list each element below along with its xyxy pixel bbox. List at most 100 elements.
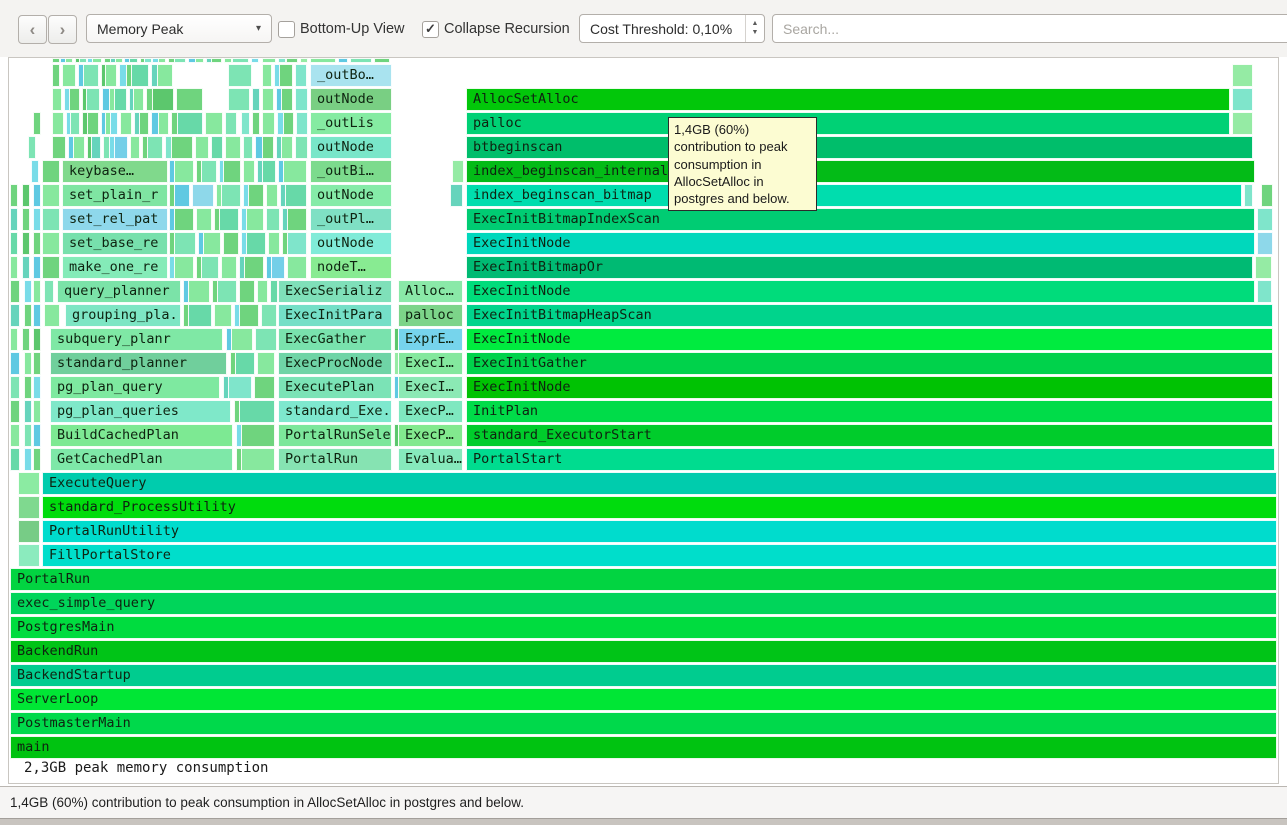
- flame-bar[interactable]: [338, 58, 348, 63]
- flame-bar[interactable]: [18, 544, 40, 567]
- flame-bar[interactable]: [241, 448, 275, 471]
- flame-bar[interactable]: ExecInitNode: [466, 328, 1273, 351]
- flame-bar[interactable]: keybase…: [62, 160, 168, 183]
- flame-bar[interactable]: [24, 304, 32, 327]
- flame-bar[interactable]: [248, 184, 264, 207]
- flame-bar[interactable]: [243, 160, 255, 183]
- flame-bar[interactable]: [33, 184, 41, 207]
- flame-bar[interactable]: ExecGather: [278, 328, 392, 351]
- flame-bar[interactable]: [114, 136, 128, 159]
- flame-bar[interactable]: [201, 256, 219, 279]
- flame-bar[interactable]: [174, 208, 194, 231]
- flame-bar[interactable]: [257, 352, 275, 375]
- flame-bar[interactable]: [22, 208, 30, 231]
- flame-bar[interactable]: [310, 58, 336, 63]
- flame-bar[interactable]: outNode: [310, 88, 392, 111]
- flame-bar[interactable]: set_base_re: [62, 232, 168, 255]
- flame-bar[interactable]: [374, 58, 390, 63]
- flame-bar[interactable]: outNode: [310, 136, 392, 159]
- flame-bar[interactable]: _outLis: [310, 112, 392, 135]
- flame-bar[interactable]: [10, 328, 18, 351]
- flame-bar[interactable]: BackendRun: [10, 640, 1277, 663]
- flame-bar[interactable]: [33, 448, 41, 471]
- flame-bar[interactable]: [33, 232, 41, 255]
- flame-bar[interactable]: [18, 472, 40, 495]
- flame-bar[interactable]: [22, 328, 30, 351]
- flame-bar[interactable]: [33, 376, 41, 399]
- flame-bar[interactable]: [33, 112, 41, 135]
- flame-bar[interactable]: outNode: [310, 184, 392, 207]
- flame-bar[interactable]: [79, 58, 87, 63]
- flame-bar[interactable]: set_rel_pat: [62, 208, 168, 231]
- flame-bar[interactable]: main: [10, 736, 1277, 759]
- flame-bar[interactable]: [243, 136, 253, 159]
- flame-bar[interactable]: pg_plan_query: [50, 376, 220, 399]
- flame-bar[interactable]: standard_ProcessUtility: [42, 496, 1277, 519]
- flame-bar[interactable]: [221, 256, 237, 279]
- flame-bar[interactable]: [44, 304, 60, 327]
- flame-bar[interactable]: [254, 376, 275, 399]
- flame-bar[interactable]: [174, 256, 194, 279]
- flame-bar[interactable]: [42, 256, 60, 279]
- flame-bar[interactable]: [278, 58, 286, 63]
- flame-bar[interactable]: [33, 280, 41, 303]
- spin-up-icon[interactable]: ▲: [752, 20, 759, 28]
- flame-bar[interactable]: standard_Exe.: [278, 400, 392, 423]
- cost-type-dropdown[interactable]: Memory Peak ▾: [86, 14, 272, 43]
- flame-bar[interactable]: [262, 88, 274, 111]
- flame-bar[interactable]: ExecProcNode: [278, 352, 392, 375]
- flame-bar[interactable]: index_beginscan_internal: [466, 160, 1255, 183]
- flame-bar[interactable]: [239, 304, 259, 327]
- flame-bar[interactable]: GetCachedPlan: [50, 448, 233, 471]
- flame-bar[interactable]: [268, 232, 280, 255]
- flame-bar[interactable]: InitPlan: [466, 400, 1273, 423]
- flame-bar[interactable]: FillPortalStore: [42, 544, 1277, 567]
- flame-bar[interactable]: [33, 352, 41, 375]
- flame-bar[interactable]: exec_simple_query: [10, 592, 1277, 615]
- flame-bar[interactable]: outNode: [310, 232, 392, 255]
- flame-bar[interactable]: ExecInitGather: [466, 352, 1273, 375]
- flame-bar[interactable]: [158, 58, 166, 63]
- flame-bar[interactable]: [252, 88, 260, 111]
- flame-bar[interactable]: [287, 232, 307, 255]
- flame-bar[interactable]: [1255, 256, 1272, 279]
- flame-bar[interactable]: [262, 64, 272, 87]
- spinner-arrows[interactable]: ▲ ▼: [745, 15, 764, 42]
- flame-bar[interactable]: [139, 112, 149, 135]
- flame-bar[interactable]: [231, 328, 253, 351]
- flame-bar[interactable]: [33, 304, 41, 327]
- flame-bar[interactable]: ExecInitBitmapHeapScan: [466, 304, 1273, 327]
- flame-bar[interactable]: [42, 232, 60, 255]
- flame-bar[interactable]: [22, 232, 30, 255]
- flame-bar[interactable]: [287, 256, 307, 279]
- flame-bar[interactable]: PortalRunUtility: [42, 520, 1277, 543]
- back-button[interactable]: ‹: [18, 15, 47, 44]
- flame-bar[interactable]: [262, 112, 275, 135]
- flame-bar[interactable]: [228, 88, 250, 111]
- flame-bar[interactable]: [42, 208, 60, 231]
- flame-bar[interactable]: [174, 58, 186, 63]
- flame-bar[interactable]: [295, 64, 307, 87]
- flame-bar[interactable]: [115, 58, 123, 63]
- flame-bar[interactable]: PortalRunSele: [278, 424, 392, 447]
- flame-bar[interactable]: [24, 352, 32, 375]
- flame-bar[interactable]: [52, 64, 60, 87]
- flame-bar[interactable]: [1232, 88, 1253, 111]
- flame-bar[interactable]: [24, 400, 32, 423]
- flame-bar[interactable]: [52, 136, 66, 159]
- flame-bar[interactable]: [195, 58, 204, 63]
- flame-bar[interactable]: [266, 184, 278, 207]
- flame-bar[interactable]: [24, 448, 32, 471]
- flame-bar[interactable]: [262, 58, 276, 63]
- flame-bar[interactable]: ExecInitNode: [466, 232, 1255, 255]
- flame-bar[interactable]: [1244, 184, 1253, 207]
- flame-bar[interactable]: [241, 424, 275, 447]
- flame-bar[interactable]: [33, 424, 41, 447]
- flame-bar[interactable]: [266, 208, 280, 231]
- flame-bar[interactable]: [42, 160, 60, 183]
- flame-bar[interactable]: ExprE…: [398, 328, 463, 351]
- flame-bar[interactable]: [92, 58, 102, 63]
- flame-bar[interactable]: standard_ExecutorStart: [466, 424, 1273, 447]
- flame-bar[interactable]: [33, 400, 41, 423]
- flame-bar[interactable]: BackendStartup: [10, 664, 1277, 687]
